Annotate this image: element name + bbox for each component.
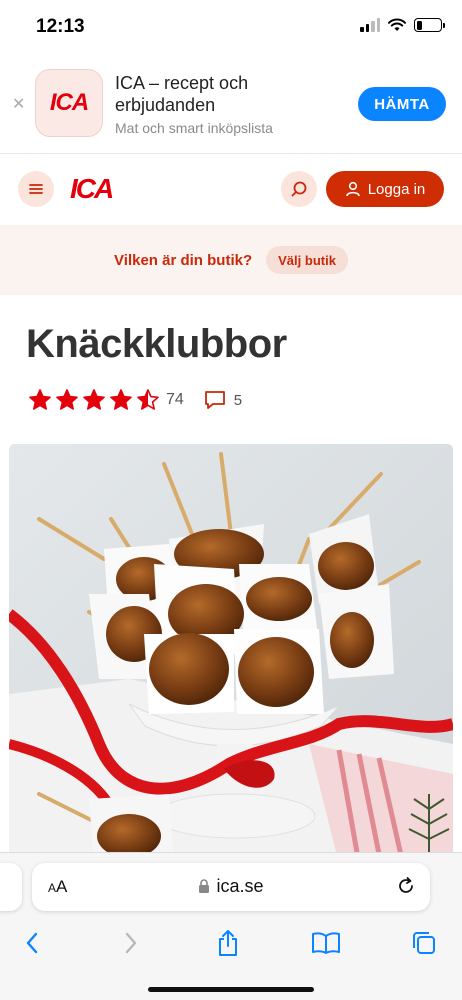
- recipe-title: Knäckklubbor: [26, 322, 287, 366]
- lock-icon: [199, 879, 210, 893]
- smart-app-banner: ✕ ICA ICA – recept och erbjudanden Mat o…: [0, 54, 462, 154]
- reload-icon[interactable]: [396, 876, 416, 896]
- close-icon[interactable]: ✕: [12, 94, 25, 114]
- previous-tab-preview[interactable]: [0, 863, 22, 911]
- menu-button[interactable]: [18, 171, 54, 207]
- star-icon: [83, 389, 105, 410]
- url-domain: ica.se: [216, 876, 264, 896]
- login-label: Logga in: [367, 180, 426, 198]
- site-header: ICA Logga in: [0, 155, 462, 225]
- comments-link[interactable]: 5: [204, 390, 242, 410]
- star-rating[interactable]: [28, 388, 160, 412]
- back-button[interactable]: [12, 923, 52, 963]
- store-question: Vilken är din butik?: [114, 251, 253, 269]
- comment-count: 5: [233, 391, 243, 409]
- get-app-button[interactable]: HÄMTA: [358, 87, 446, 121]
- forward-icon: [125, 932, 137, 954]
- app-icon[interactable]: ICA: [35, 69, 103, 137]
- status-bar: 12:13: [0, 0, 462, 54]
- rating-count: 74: [166, 391, 184, 408]
- tabs-icon: [413, 932, 435, 954]
- browser-bottom-bar: AA ica.se: [0, 852, 462, 1000]
- tabs-button[interactable]: [404, 923, 444, 963]
- browser-toolbar: [0, 923, 462, 967]
- bookmarks-button[interactable]: [306, 923, 346, 963]
- page: 12:13 ✕ ICA ICA – recept och erbjudanden…: [0, 0, 462, 1000]
- share-icon: [219, 930, 237, 956]
- recipe-photo: [9, 444, 453, 864]
- cellular-signal-icon: [360, 18, 380, 32]
- url-display[interactable]: ica.se: [32, 876, 430, 897]
- comment-icon: [204, 391, 225, 409]
- menu-icon: [29, 184, 43, 194]
- choose-store-button[interactable]: Välj butik: [266, 246, 348, 274]
- wifi-icon: [388, 18, 406, 31]
- app-banner-subtitle: Mat och smart inköpslista: [115, 120, 273, 136]
- search-icon: [291, 181, 307, 197]
- back-icon: [26, 932, 38, 954]
- ica-logo[interactable]: ICA: [70, 173, 114, 205]
- status-time: 12:13: [36, 16, 85, 37]
- home-indicator: [148, 987, 314, 992]
- store-selector-bar: Vilken är din butik? Välj butik: [0, 225, 462, 295]
- app-banner-title: ICA – recept och erbjudanden: [115, 73, 249, 115]
- search-button[interactable]: [281, 171, 317, 207]
- star-icon: [137, 389, 159, 410]
- forward-button[interactable]: [111, 923, 151, 963]
- star-icon: [56, 389, 78, 410]
- address-bar[interactable]: AA ica.se: [32, 863, 430, 911]
- user-icon: [345, 181, 360, 197]
- login-button[interactable]: Logga in: [326, 171, 444, 207]
- bookmarks-icon: [312, 932, 340, 954]
- star-icon: [110, 389, 132, 410]
- recipe-image[interactable]: [9, 444, 453, 864]
- share-button[interactable]: [208, 923, 248, 963]
- rating-row: 74 5: [28, 388, 242, 412]
- star-icon: [29, 389, 51, 410]
- battery-icon: [414, 18, 445, 32]
- status-icons: [360, 18, 445, 32]
- app-icon-logo: ICA: [49, 89, 89, 116]
